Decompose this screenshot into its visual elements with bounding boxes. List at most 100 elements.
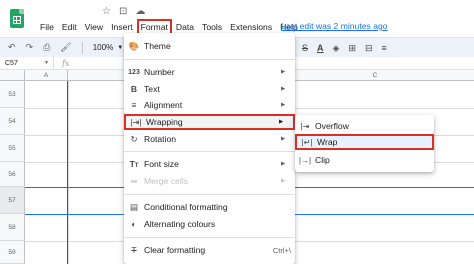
menu-divider [124,237,295,238]
doc-status-icons: ☆ ⊡ ☁ [102,6,145,17]
menu-extensions[interactable]: Extensions [226,21,276,33]
row-header-54[interactable]: 54 [0,108,25,135]
bold-icon: B [130,84,138,94]
menu-divider [124,194,295,195]
move-folder-icon[interactable]: ⊡ [119,6,127,17]
submenu-arrow-icon: ▶ [281,136,286,142]
menu-item-label: Number [144,67,175,77]
menu-item-font-size[interactable]: TT Font size ▶ [124,156,295,172]
fill-color-icon[interactable]: ◈ [333,43,340,54]
star-icon[interactable]: ☆ [102,6,111,17]
align-left-icon: ≡ [131,100,137,110]
paint-format-icon[interactable]: 🖌 [60,42,71,53]
row-header-56[interactable]: 56 [0,162,25,187]
menu-item-wrapping[interactable]: |⇥| Wrapping ▶ [124,114,295,130]
overflow-icon: |⇥ [300,121,310,131]
submenu-arrow-icon: ▶ [281,102,286,108]
menu-item-label: Text [144,84,160,94]
menu-item-rotation[interactable]: ↻ Rotation ▶ [124,131,295,147]
row-header-57[interactable]: 57 [0,187,25,214]
format-menu: 🎨 Theme 123 Number ▶ B Text ▶ ≡ Alignmen… [124,33,295,264]
row-header-58[interactable]: 58 [0,214,25,241]
menu-item-alignment[interactable]: ≡ Alignment ▶ [124,97,295,113]
grid-column-line [68,81,69,264]
text-rotation-icon: ↻ [130,133,138,144]
last-edit-link[interactable]: Last edit was 2 minutes ago [281,21,388,31]
row-header-53[interactable]: 53 [0,81,25,108]
fill-drop-icon: ◐ [131,219,137,229]
menu-tools[interactable]: Tools [198,21,226,33]
submenu-item-label: Clip [315,155,330,165]
menu-data[interactable]: Data [172,21,198,33]
palette-icon: 🎨 [128,40,140,51]
menu-item-number[interactable]: 123 Number ▶ [124,64,295,80]
menu-item-label: Theme [144,41,171,51]
menu-item-text[interactable]: B Text ▶ [124,81,295,97]
shortcut-label: Ctrl+\ [272,245,291,255]
menu-item-label: Wrapping [146,117,183,127]
zoom-select[interactable]: 100% ▼ [93,43,123,52]
conditional-format-icon: ▤ [129,201,139,212]
text-wrap-icon: |⇥| [130,116,142,127]
clip-icon: |→| [298,155,312,165]
name-box[interactable]: C57 ▼ [0,57,54,69]
row-header-59[interactable]: 59 [0,241,25,264]
merge-cells-icon: ⇹ [130,175,138,186]
submenu-item-wrap[interactable]: |↵| Wrap [295,134,434,150]
submenu-item-label: Wrap [317,137,338,147]
menu-file[interactable]: File [36,21,58,33]
submenu-arrow-icon: ▶ [281,178,286,184]
menu-item-label: Merge cells [144,176,188,186]
corner-header[interactable] [0,70,25,81]
toolbar-right-group: S A ◈ ⊞ ⊟ ≡ [302,38,387,58]
clear-format-icon: T [131,245,137,255]
menu-item-theme[interactable]: 🎨 Theme [124,38,295,54]
row-header-55[interactable]: 55 [0,135,25,162]
menu-item-label: Alternating colours [144,219,216,229]
name-box-value: C57 [5,59,18,67]
borders-icon[interactable]: ⊞ [348,43,356,54]
chevron-down-icon: ▼ [117,44,124,51]
submenu-arrow-icon: ▶ [281,161,286,167]
submenu-arrow-icon: ▶ [281,69,286,75]
fx-icon: fx [62,58,70,68]
menu-item-label: Clear formatting [144,245,206,255]
menu-item-alternating-colours[interactable]: ◐ Alternating colours [124,216,295,232]
font-size-icon: TT [129,159,139,169]
menu-item-conditional-formatting[interactable]: ▤ Conditional formatting [124,199,295,215]
submenu-item-overflow[interactable]: |⇥ Overflow [295,118,434,134]
submenu-item-clip[interactable]: |→| Clip [295,152,434,168]
column-header-b[interactable] [68,70,126,81]
menu-item-merge-cells: ⇹ Merge cells ▶ [124,173,295,189]
chevron-down-icon: ▼ [44,60,49,66]
menu-divider [124,59,295,60]
sheets-logo-icon[interactable] [10,9,24,28]
print-icon[interactable]: ⎙ [43,42,50,53]
grid-column-line-dark [67,81,68,264]
column-header-a[interactable]: A [25,70,68,81]
menu-insert[interactable]: Insert [107,21,137,33]
cloud-saved-icon: ☁ [135,6,146,17]
menu-item-label: Rotation [144,134,177,144]
submenu-arrow-icon: ▶ [279,119,284,125]
menu-item-label: Conditional formatting [144,202,228,212]
undo-icon[interactable]: ↶ [8,42,16,53]
halign-icon[interactable]: ≡ [382,43,387,53]
number-format-icon: 123 [128,68,140,76]
submenu-arrow-icon: ▶ [281,86,286,92]
menu-item-clear-formatting[interactable]: T Clear formatting Ctrl+\ [124,242,295,258]
redo-icon[interactable]: ↷ [26,42,34,53]
toolbar-divider [81,41,83,54]
menu-divider [124,151,295,152]
wrap-icon: |↵| [301,137,313,147]
wrapping-submenu: |⇥ Overflow |↵| Wrap |→| Clip [295,115,434,172]
strikethrough-icon[interactable]: S [302,43,308,53]
merge-icon[interactable]: ⊟ [365,43,373,54]
text-color-icon[interactable]: A [317,43,324,53]
submenu-item-label: Overflow [315,121,349,131]
menu-view[interactable]: View [81,21,107,33]
menu-item-label: Font size [144,159,179,169]
menu-edit[interactable]: Edit [58,21,81,33]
zoom-value: 100% [92,43,114,52]
menu-item-label: Alignment [144,100,183,110]
